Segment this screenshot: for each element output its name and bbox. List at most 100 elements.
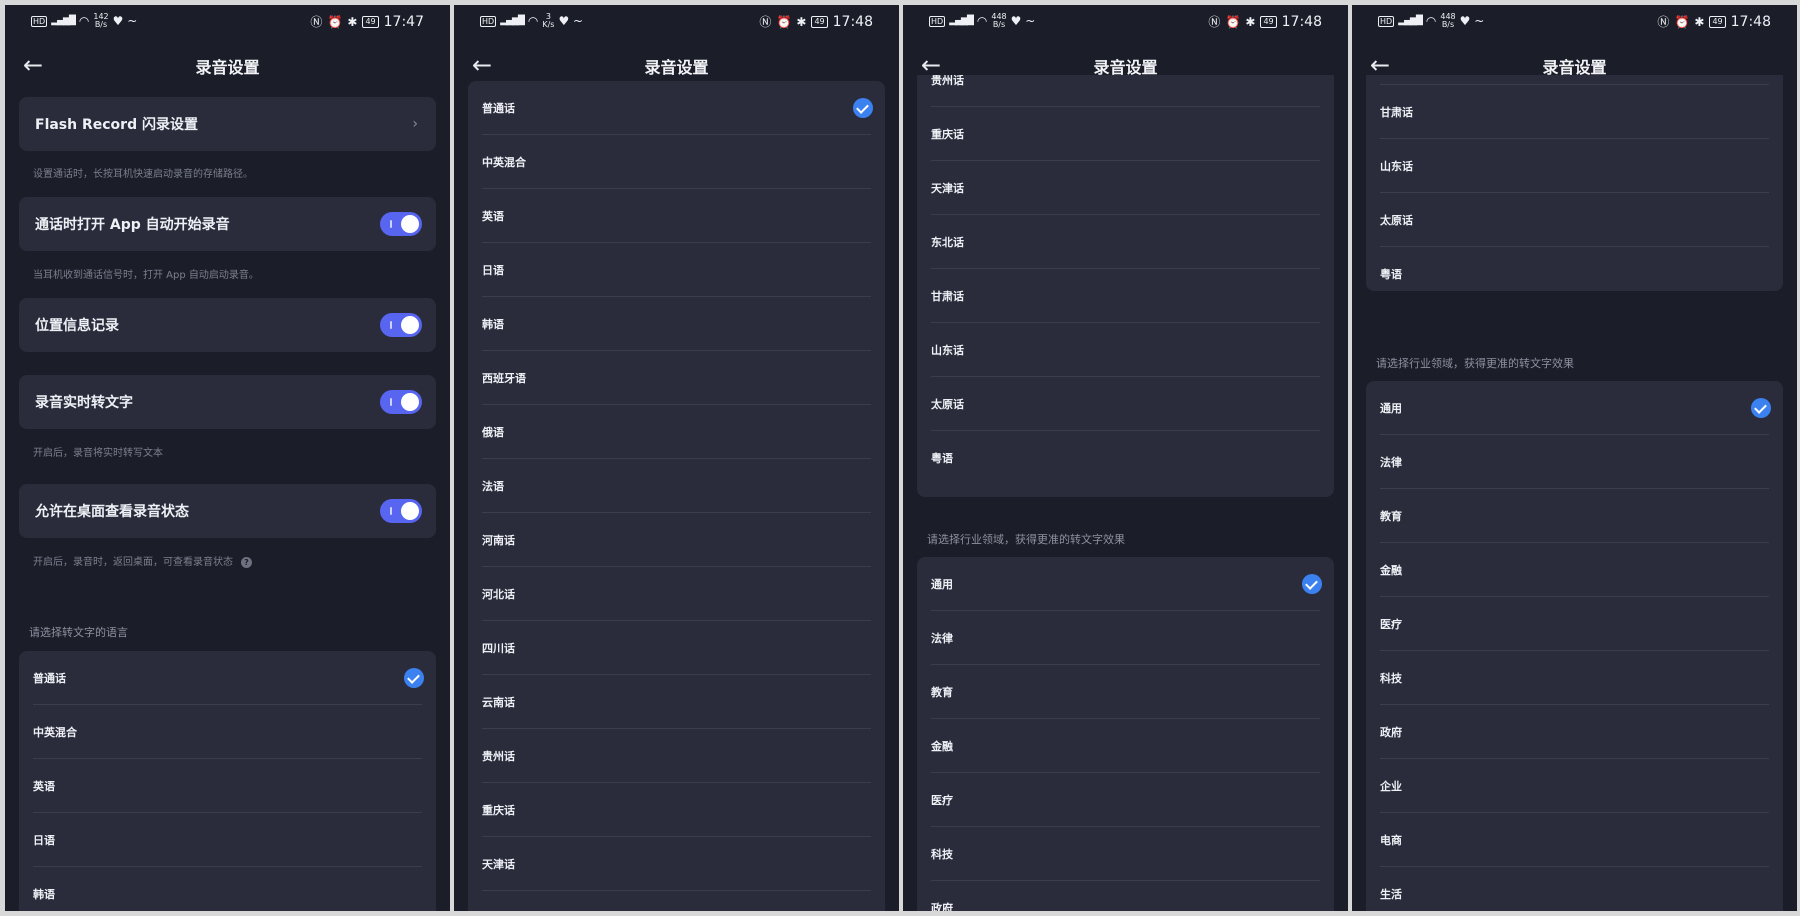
alarm-icon: ⏰ [776, 14, 792, 29]
status-bar: HD ▂▄▆█ ◠ 3 K/s ♥ ~ Ⓝ ⏰ ✱ 49 17:48 [454, 5, 899, 41]
language-item[interactable]: 重庆话 [468, 783, 885, 837]
network-speed-unit: B/s [992, 20, 1006, 29]
language-item[interactable]: 粤语 [1366, 247, 1783, 301]
language-item[interactable]: 中英混合 [468, 135, 885, 189]
screen-settings-top: HD ▂▄▆█ ◠ 142 B/s ♥ ~ Ⓝ ⏰ ✱ 49 17:47 ← 录音… [5, 5, 450, 911]
language-item[interactable]: 天津话 [468, 837, 885, 891]
industry-item[interactable]: 科技 [1366, 651, 1783, 705]
status-bar: HD ▂▄▆█ ◠ 448 B/s ♥ ~ Ⓝ ⏰ ✱ 49 17:48 [1352, 5, 1797, 41]
help-icon[interactable]: ? [241, 557, 252, 568]
language-item[interactable]: 粤语 [917, 431, 1334, 485]
language-item[interactable]: 河北话 [468, 567, 885, 621]
industry-item[interactable]: 生活 [1366, 867, 1783, 911]
desktop-label: 允许在桌面查看录音状态 [35, 504, 189, 520]
language-item[interactable]: 中英混合 [19, 705, 436, 759]
desktop-toggle[interactable] [380, 499, 422, 523]
signal-icon: ▂▄▆█ [949, 16, 974, 26]
industry-item[interactable]: 金融 [917, 719, 1334, 773]
settings-content: 贵州话 重庆话 天津话 东北话 甘肃话 山东话 太原话 粤语 请选择行业领域，获… [903, 75, 1348, 911]
industry-item[interactable]: 法律 [1366, 435, 1783, 489]
industry-item[interactable]: 法律 [917, 611, 1334, 665]
language-item[interactable]: 韩语 [468, 297, 885, 351]
language-item[interactable]: 俄语 [468, 405, 885, 459]
status-extra-icons: ♥ ~ [1459, 14, 1485, 28]
status-extra-icons: ♥ ~ [112, 14, 138, 28]
realtime-hint: 开启后，录音将实时转写文本 [33, 448, 163, 459]
bluetooth-icon: ✱ [1245, 14, 1256, 29]
industry-item[interactable]: 教育 [917, 665, 1334, 719]
flash-record-row[interactable]: Flash Record 闪录设置 › [19, 97, 436, 151]
language-item[interactable]: 贵州话 [917, 75, 1334, 107]
industry-item[interactable]: 通用 [917, 557, 1334, 611]
clock: 17:48 [832, 13, 873, 30]
language-item[interactable]: 英语 [19, 759, 436, 813]
location-toggle[interactable] [380, 313, 422, 337]
language-item[interactable]: 贵州话 [468, 729, 885, 783]
language-item[interactable]: 云南话 [468, 675, 885, 729]
signal-icon: ▂▄▆█ [1398, 16, 1423, 26]
industry-item[interactable]: 医疗 [917, 773, 1334, 827]
status-bar: HD ▂▄▆█ ◠ 142 B/s ♥ ~ Ⓝ ⏰ ✱ 49 17:47 [5, 5, 450, 41]
hd-icon: HD [929, 15, 946, 27]
language-item[interactable]: 甘肃话 [1366, 85, 1783, 139]
industry-item[interactable]: 政府 [1366, 705, 1783, 759]
language-item[interactable]: 日语 [468, 243, 885, 297]
battery-icon: 49 [811, 15, 828, 28]
wifi-icon: ◠ [78, 14, 90, 28]
language-item[interactable]: 太原话 [917, 377, 1334, 431]
industry-item[interactable]: 政府 [917, 881, 1334, 911]
industry-item[interactable]: 企业 [1366, 759, 1783, 813]
industry-item[interactable]: 电商 [1366, 813, 1783, 867]
language-item[interactable]: 法语 [468, 459, 885, 513]
desktop-hint-text: 开启后，录音时，返回桌面，可查看录音状态 [33, 557, 233, 568]
checkmark-icon [1751, 398, 1771, 418]
language-item[interactable]: 韩语 [19, 867, 436, 911]
nfc-icon: Ⓝ [1657, 15, 1670, 29]
battery-icon: 49 [1709, 15, 1726, 28]
network-speed-unit: B/s [1441, 20, 1455, 29]
status-bar: HD ▂▄▆█ ◠ 448 B/s ♥ ~ Ⓝ ⏰ ✱ 49 17:48 [903, 5, 1348, 41]
alarm-icon: ⏰ [1674, 14, 1690, 29]
language-item[interactable]: 英语 [468, 189, 885, 243]
flash-record-label: Flash Record 闪录设置 [35, 117, 198, 133]
realtime-toggle[interactable] [380, 390, 422, 414]
language-item[interactable]: 西班牙语 [468, 351, 885, 405]
language-item[interactable]: 甘肃话 [917, 269, 1334, 323]
language-item[interactable]: 日语 [19, 813, 436, 867]
industry-item[interactable]: 医疗 [1366, 597, 1783, 651]
nfc-icon: Ⓝ [1208, 15, 1221, 29]
language-item[interactable]: 普通话 [468, 81, 885, 135]
clock: 17:47 [383, 13, 424, 30]
battery-icon: 49 [362, 15, 379, 28]
industry-item[interactable]: 教育 [1366, 489, 1783, 543]
nfc-icon: Ⓝ [759, 15, 772, 29]
industry-item[interactable]: 金融 [1366, 543, 1783, 597]
language-list: 普通话 中英混合 英语 日语 韩语 [19, 651, 436, 911]
language-item[interactable]: 重庆话 [917, 107, 1334, 161]
language-list: 东北话 甘肃话 山东话 太原话 粤语 [1366, 75, 1783, 291]
realtime-label: 录音实时转文字 [35, 395, 133, 411]
industry-list: 通用 法律 教育 金融 医疗 科技 政府 企业 电商 生活 [1366, 381, 1783, 911]
auto-record-toggle[interactable] [380, 212, 422, 236]
language-item[interactable]: 四川话 [468, 621, 885, 675]
industry-item[interactable]: 通用 [1366, 381, 1783, 435]
language-item[interactable]: 山东话 [1366, 139, 1783, 193]
screen-language-industry: HD ▂▄▆█ ◠ 448 B/s ♥ ~ Ⓝ ⏰ ✱ 49 17:48 ← 录音… [903, 5, 1348, 911]
language-item[interactable]: 天津话 [917, 161, 1334, 215]
language-item[interactable]: 河南话 [468, 513, 885, 567]
language-item[interactable]: 太原话 [1366, 193, 1783, 247]
hd-icon: HD [480, 15, 497, 27]
realtime-row: 录音实时转文字 [19, 375, 436, 429]
industry-section-label: 请选择行业领域，获得更准的转文字效果 [927, 533, 1125, 546]
checkmark-icon [404, 668, 424, 688]
location-row: 位置信息记录 [19, 298, 436, 352]
language-item[interactable]: 东北话 [1366, 75, 1783, 85]
alarm-icon: ⏰ [1225, 14, 1241, 29]
industry-item[interactable]: 科技 [917, 827, 1334, 881]
auto-record-hint: 当耳机收到通话信号时，打开 App 自动启动录音。 [33, 270, 259, 281]
language-item[interactable]: 东北话 [917, 215, 1334, 269]
bluetooth-icon: ✱ [1694, 14, 1705, 29]
signal-icon: ▂▄▆█ [500, 16, 525, 26]
language-item[interactable]: 普通话 [19, 651, 436, 705]
language-item[interactable]: 山东话 [917, 323, 1334, 377]
